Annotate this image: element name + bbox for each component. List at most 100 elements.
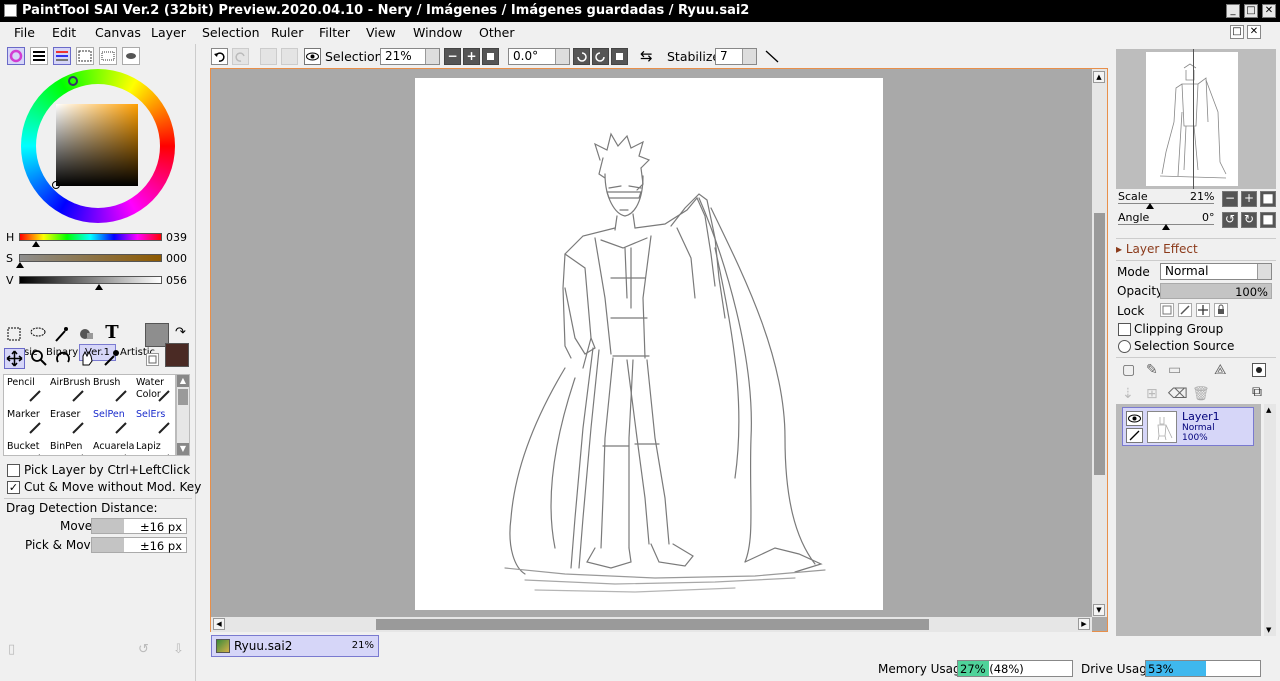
swap-colors-icon[interactable]: ↷ [175,325,186,340]
menu-edit[interactable]: Edit [52,25,76,40]
tool-water-color[interactable]: Water Color [133,375,175,407]
lock-all-button[interactable] [1214,303,1228,317]
scroll-right-icon[interactable]: ▶ [1078,618,1090,630]
rotate-left-button[interactable] [573,48,590,65]
document-tab[interactable]: Ryuu.sai2 21% [211,635,379,657]
swatches-mode-button[interactable] [99,47,117,65]
tool-grid-scroll-thumb[interactable] [178,389,188,405]
menu-selection[interactable]: Selection [202,25,260,40]
hand-tool[interactable] [77,348,97,368]
tool-brush[interactable]: Brush [90,375,132,407]
canvas-horizontal-scrollbar[interactable]: ◀ ▶ [211,617,1092,632]
lock-move-button[interactable] [1196,303,1210,317]
text-tool-icon[interactable]: T [102,323,122,343]
clipping-group-checkbox[interactable] [1118,323,1131,336]
scale-plus-button[interactable]: + [1241,191,1257,207]
magic-wand-tool[interactable] [52,324,72,344]
clear-layer-icon[interactable]: ⌫ [1168,386,1188,402]
tool-eraser[interactable]: Eraser [47,407,89,439]
rotate-tool[interactable] [53,348,73,368]
zoom-tool[interactable] [29,348,49,368]
hue-ring[interactable] [21,69,175,223]
zoom-reset-button[interactable] [482,48,499,65]
transfer-down-icon[interactable]: ⇣ [1122,386,1134,402]
tool-marker[interactable]: Marker [4,407,46,439]
zoom-select[interactable]: 21% [380,48,440,65]
menu-window[interactable]: Window [413,25,462,40]
navigator-preview[interactable] [1116,49,1276,189]
tool-lapiz[interactable]: Lapiz [133,439,175,455]
tool-acuarela[interactable]: Acuarela [90,439,134,455]
selection-source-radio[interactable] [1118,340,1131,353]
move-tool[interactable] [4,348,25,369]
undo-button[interactable] [211,48,228,65]
new-folder-icon[interactable]: ▭ [1168,362,1181,378]
hue-cursor[interactable] [68,76,78,86]
rgb-slider-mode-button[interactable] [30,47,48,65]
stabilizer-select[interactable]: 7 [715,48,757,65]
scale-slider-handle[interactable] [1146,203,1154,209]
lock-transparency-button[interactable] [1160,303,1174,317]
pick-layer-checkbox[interactable] [7,464,20,477]
tool-airbrush[interactable]: AirBrush [47,375,90,407]
scroll-up-icon[interactable]: ▲ [177,375,189,387]
scale-slider[interactable] [1118,203,1214,204]
lasso-tool[interactable] [28,324,48,344]
chevron-down-icon[interactable] [742,49,756,64]
color-wheel-mode-button[interactable] [7,47,25,65]
saturation-value-square[interactable] [56,104,138,186]
scroll-down-icon[interactable]: ▼ [1266,626,1271,634]
menu-layer[interactable]: Layer [151,25,186,40]
scratchpad-mode-button[interactable] [122,47,140,65]
rotate-reset-button[interactable] [611,48,628,65]
angle-rotate-left-button[interactable]: ↺ [1222,212,1238,228]
zoom-in-button[interactable]: + [463,48,480,65]
straight-line-button[interactable] [763,48,781,65]
transparent-color-button[interactable] [146,353,159,366]
mdi-restore-button[interactable]: □ [1230,25,1244,39]
drawing-canvas[interactable] [415,78,883,610]
angle-reset-button[interactable]: ■ [1260,212,1276,228]
scroll-up-icon[interactable]: ▲ [1266,406,1271,414]
eyedropper-tool[interactable] [101,348,121,368]
menu-view[interactable]: View [366,25,396,40]
new-layer-icon[interactable]: ▢ [1122,362,1135,378]
tool-pencil[interactable]: Pencil [4,375,46,407]
scroll-down-icon[interactable]: ▼ [1093,604,1105,616]
layer-visibility-toggle[interactable] [1126,411,1143,426]
sv-cursor[interactable] [52,181,60,189]
chevron-down-icon[interactable] [425,49,439,64]
canvas-vertical-scrollbar[interactable]: ▲ ▼ [1092,69,1107,617]
angle-rotate-right-button[interactable]: ↻ [1241,212,1257,228]
menu-canvas[interactable]: Canvas [95,25,141,40]
hsv-slider-mode-button[interactable] [53,47,71,65]
saturation-slider-handle[interactable] [16,262,24,268]
chevron-down-icon[interactable] [1257,264,1271,279]
zoom-out-button[interactable]: − [444,48,461,65]
pick-move-distance-field[interactable]: ±16 px [91,537,187,553]
lock-painting-button[interactable] [1178,303,1192,317]
scroll-left-icon[interactable]: ◀ [213,618,225,630]
delete-layer-icon[interactable]: 🗑 [1192,386,1210,402]
mdi-close-button[interactable]: ✕ [1247,25,1261,39]
vertical-scroll-thumb[interactable] [1094,213,1105,475]
scroll-down-icon[interactable]: ▼ [177,443,189,455]
horizontal-scroll-thumb[interactable] [376,619,929,630]
tool-grid-scrollbar[interactable]: ▲ ▼ [176,374,190,456]
tool-binpen[interactable]: BinPen [47,439,89,455]
scale-minus-button[interactable]: − [1222,191,1238,207]
rotate-right-button[interactable] [592,48,609,65]
new-linework-layer-icon[interactable]: ✎ [1146,362,1158,378]
opacity-slider[interactable]: 100% [1160,283,1272,299]
hue-slider[interactable] [19,233,162,241]
merge-down-icon[interactable]: ⊞ [1146,386,1158,402]
layer-row[interactable]: Layer1 Normal 100% [1122,407,1254,446]
redo-button[interactable] [232,48,249,65]
chevron-down-icon[interactable] [555,49,569,64]
layer-effect-icon[interactable]: ⟁ [1214,362,1227,378]
selection-visibility-button[interactable] [304,48,321,65]
value-slider[interactable] [19,276,162,284]
background-color-swatch[interactable] [165,343,189,367]
tool-selers[interactable]: SelErs [133,407,175,439]
close-button[interactable]: ✕ [1262,4,1276,18]
